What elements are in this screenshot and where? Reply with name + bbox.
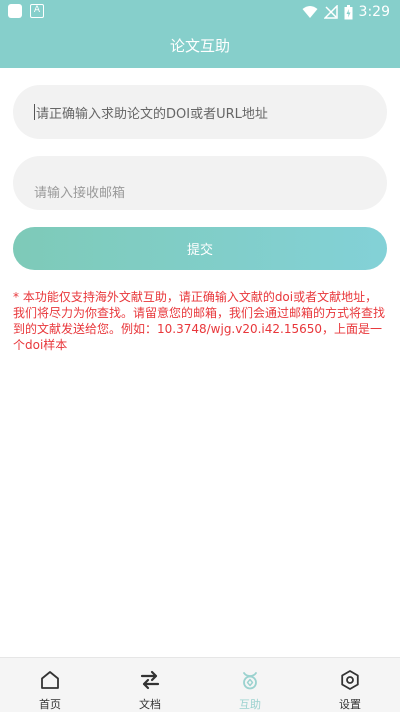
- submit-button-label: 提交: [186, 243, 213, 258]
- tab-home-label: 首页: [39, 698, 61, 711]
- tab-settings[interactable]: 设置: [300, 658, 400, 712]
- battery-icon: [344, 4, 353, 19]
- page-title: 论文互助: [169, 37, 230, 55]
- tab-documents[interactable]: 文档: [100, 658, 200, 712]
- tab-mutual-aid-label: 互助: [239, 698, 261, 711]
- text-cursor: [34, 104, 35, 120]
- status-bar: A 3:29: [0, 0, 400, 24]
- app-bar: 论文互助: [0, 24, 400, 68]
- mutual-aid-icon: [243, 672, 257, 690]
- no-signal-icon: [323, 5, 338, 19]
- submit-button[interactable]: 提交: [13, 227, 387, 270]
- notice-text: * 本功能仅支持海外文献互助，请正确输入文献的doi或者文献地址，我们将尽力为你…: [13, 290, 386, 352]
- wifi-icon: [302, 6, 318, 18]
- status-time: 3:29: [358, 4, 390, 20]
- tab-settings-label: 设置: [339, 698, 361, 711]
- doi-input[interactable]: 请正确输入求助论文的DOI或者URL地址: [13, 85, 387, 139]
- bottom-tab-bar: 首页 文档 互助 设置: [0, 657, 400, 712]
- doi-input-placeholder: 请正确输入求助论文的DOI或者URL地址: [36, 106, 268, 122]
- font-notification-icon: A: [30, 4, 44, 18]
- tab-mutual-aid[interactable]: 互助: [200, 658, 300, 712]
- notification-icon: [8, 4, 22, 18]
- email-input-placeholder: 请输入接收邮箱: [34, 185, 126, 201]
- email-input[interactable]: 请输入接收邮箱: [13, 156, 387, 210]
- swap-icon: [140, 670, 160, 690]
- tab-home[interactable]: 首页: [0, 658, 100, 712]
- home-icon: [41, 671, 59, 689]
- tab-documents-label: 文档: [139, 698, 161, 711]
- settings-icon: [341, 670, 359, 690]
